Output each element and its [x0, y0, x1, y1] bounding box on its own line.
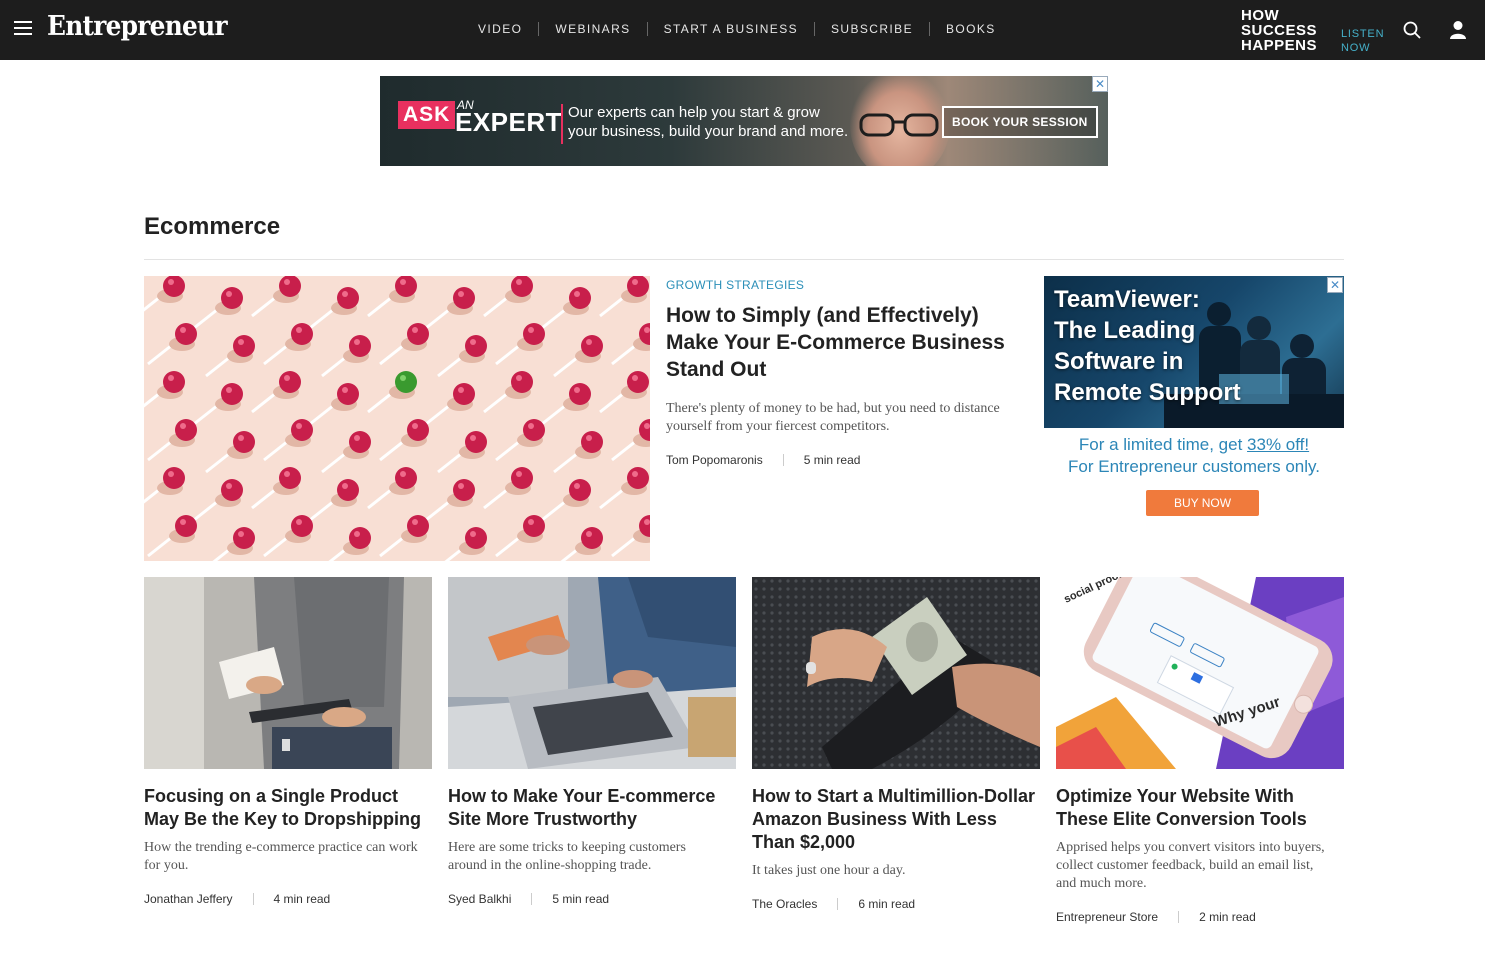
nav-divider [814, 22, 816, 36]
nav-item-subscribe[interactable]: SUBSCRIBE [831, 22, 913, 36]
main-nav: VIDEO WEBINARS START A BUSINESS SUBSCRIB… [478, 22, 996, 36]
meta-divider [782, 454, 784, 466]
meta-divider [252, 893, 254, 905]
book-your-session-button[interactable]: BOOK YOUR SESSION [942, 106, 1098, 138]
nav-item-video[interactable]: VIDEO [478, 22, 522, 36]
featured-article-description: There's plenty of money to be had, but y… [666, 401, 1000, 434]
featured-article-meta: Tom Popomaronis 5 min read [666, 453, 860, 467]
podcast-logo-line: HAPPENS [1241, 37, 1318, 54]
article-description-amazon: It takes just one hour a day. [752, 863, 906, 878]
article-meta-conversion-tools: Entrepreneur Store 2 min read [1056, 910, 1256, 924]
section-title: Ecommerce [144, 213, 281, 240]
author-name[interactable]: Tom Popomaronis [666, 453, 763, 467]
article-title-conversion-tools[interactable]: Optimize Your Website With These Elite C… [1056, 785, 1346, 831]
read-time: 6 min read [858, 897, 916, 911]
ad-expert-label: EXPERT [455, 107, 563, 137]
featured-article-image[interactable] [144, 276, 650, 561]
featured-article-title[interactable]: How to Simply (and Effectively) Make You… [666, 302, 1026, 383]
site-logo[interactable]: Entrepreneur [47, 11, 228, 42]
laptop-credit-card-photo [448, 577, 736, 769]
article-meta-dropshipping: Jonathan Jeffery 4 min read [144, 892, 330, 906]
podcast-logo[interactable]: HOW SUCCESS HAPPENS [1241, 8, 1317, 53]
nav-item-books[interactable]: BOOKS [946, 22, 996, 36]
teamviewer-ad[interactable]: TeamViewer: The Leading Software in Remo… [1044, 276, 1344, 526]
man-with-tablet-photo [144, 577, 432, 769]
ad-promo-line: For a limited time, get 33% off! [1044, 435, 1344, 455]
nav-item-webinars[interactable]: WEBINARS [555, 22, 630, 36]
meta-divider [531, 893, 533, 905]
ad-ask-badge: ASK [398, 101, 456, 129]
wallet-cash-photo [752, 577, 1040, 769]
podcast-logo-line: SUCCESS [1241, 22, 1318, 39]
podcast-logo-line: HOW [1241, 7, 1280, 24]
article-description-trustworthy: Here are some tricks to keeping customer… [448, 840, 686, 873]
lollipop-pattern-illustration [144, 276, 650, 561]
article-description-dropshipping: How the trending e-commerce practice can… [144, 840, 418, 873]
glasses-graphic [859, 113, 939, 137]
read-time: 4 min read [273, 892, 331, 906]
article-image-dropshipping[interactable] [144, 577, 432, 769]
ad-divider [561, 104, 563, 144]
ad-team-photo: TeamViewer: The Leading Software in Remo… [1044, 276, 1344, 428]
featured-category-link[interactable]: GROWTH STRATEGIES [666, 278, 804, 292]
author-name[interactable]: The Oracles [752, 897, 817, 911]
ad-headline-line: TeamViewer: [1054, 286, 1200, 313]
section-divider [144, 259, 1344, 260]
menu-icon[interactable] [14, 21, 32, 35]
article-title-dropshipping[interactable]: Focusing on a Single Product May Be the … [144, 785, 434, 831]
ad-discount-link[interactable]: 33% off! [1247, 435, 1309, 454]
article-title-amazon[interactable]: How to Start a Multimillion-Dollar Amazo… [752, 785, 1042, 854]
top-navigation-bar: Entrepreneur VIDEO WEBINARS START A BUSI… [0, 0, 1485, 60]
ask-an-expert-banner-ad[interactable]: ASK AN EXPERT Our experts can help you s… [380, 76, 1108, 166]
article-image-conversion-tools[interactable]: Why your social proof [1056, 577, 1344, 769]
ad-copy: Our experts can help you start & grow yo… [568, 103, 868, 141]
nav-item-start-a-business[interactable]: START A BUSINESS [664, 22, 798, 36]
article-image-trustworthy[interactable] [448, 577, 736, 769]
author-name[interactable]: Jonathan Jeffery [144, 892, 233, 906]
article-title-trustworthy[interactable]: How to Make Your E-commerce Site More Tr… [448, 785, 738, 831]
nav-divider [928, 22, 930, 36]
article-meta-trustworthy: Syed Balkhi 5 min read [448, 892, 609, 906]
nav-divider [538, 22, 540, 36]
listen-now-line: NOW [1341, 42, 1371, 54]
ad-copy-line: your business, build your brand and more… [568, 123, 849, 140]
search-icon[interactable] [1403, 21, 1421, 39]
ad-copy-line: Our experts can help you start & grow [568, 104, 820, 121]
read-time: 5 min read [552, 892, 610, 906]
listen-now-line: LISTEN [1341, 28, 1385, 40]
read-time: 2 min read [1199, 910, 1256, 924]
article-description-conversion-tools: Apprised helps you convert visitors into… [1056, 840, 1325, 891]
author-name[interactable]: Entrepreneur Store [1056, 910, 1158, 924]
author-name[interactable]: Syed Balkhi [448, 892, 511, 906]
phone-mockup-graphic: Why your social proof [1056, 577, 1344, 769]
nav-divider [646, 22, 648, 36]
read-time: 5 min read [803, 453, 861, 467]
article-image-amazon[interactable] [752, 577, 1040, 769]
ad-headline-line: Remote Support [1054, 379, 1241, 406]
listen-now-link[interactable]: LISTEN NOW [1341, 27, 1384, 55]
buy-now-button[interactable]: BUY NOW [1146, 490, 1259, 516]
ad-headline-line: Software in [1054, 348, 1184, 375]
meta-divider [1178, 911, 1180, 923]
ad-close-icon[interactable]: ✕ [1327, 277, 1343, 293]
ad-headline: TeamViewer: The Leading Software in Remo… [1054, 284, 1241, 408]
ad-promo-line-2: For Entrepreneur customers only. [1068, 457, 1320, 476]
ad-promo-prefix: For a limited time, get [1078, 435, 1248, 454]
user-account-icon[interactable] [1449, 20, 1467, 40]
article-meta-amazon: The Oracles 6 min read [752, 897, 915, 911]
ad-headline-line: The Leading [1054, 317, 1196, 344]
ad-close-icon[interactable]: ✕ [1092, 76, 1108, 92]
meta-divider [837, 898, 839, 910]
